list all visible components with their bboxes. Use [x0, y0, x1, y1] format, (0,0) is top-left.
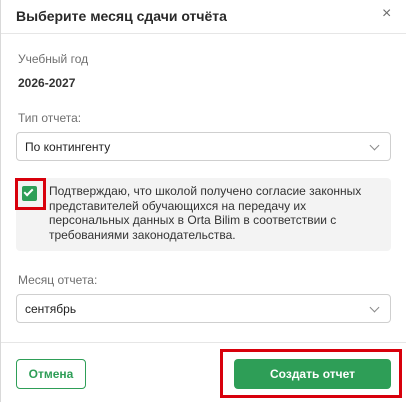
report-month-label: Месяц отчета:: [18, 273, 98, 287]
dialog-header: Выберите месяц сдачи отчёта ×: [1, 0, 406, 34]
footer-divider: [1, 342, 406, 343]
report-type-label: Тип отчета:: [18, 111, 82, 125]
report-month-dialog: Выберите месяц сдачи отчёта × Учебный го…: [0, 0, 406, 402]
report-month-selected-value: сентябрь: [25, 302, 77, 316]
dialog-title: Выберите месяц сдачи отчёта: [16, 8, 227, 24]
close-icon[interactable]: ×: [382, 6, 391, 22]
report-type-selected-value: По контингенту: [25, 140, 111, 154]
chevron-down-icon: [369, 302, 380, 313]
academic-year-label: Учебный год: [18, 52, 89, 66]
create-report-button[interactable]: Создать отчет: [234, 359, 391, 389]
consent-checkbox[interactable]: [22, 186, 37, 201]
academic-year-value: 2026-2027: [18, 76, 76, 90]
check-icon: [23, 186, 34, 197]
report-type-select[interactable]: По контингенту: [16, 132, 391, 161]
report-month-select[interactable]: сентябрь: [16, 294, 391, 323]
chevron-down-icon: [369, 140, 380, 151]
consent-text: Подтверждаю, что школой получено согласи…: [49, 184, 362, 242]
cancel-button[interactable]: Отмена: [16, 359, 86, 389]
